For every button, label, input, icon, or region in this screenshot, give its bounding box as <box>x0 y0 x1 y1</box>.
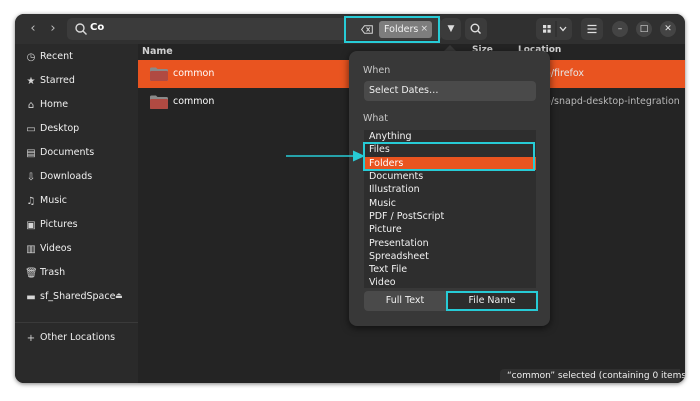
search-query: Co <box>90 22 105 33</box>
close-icon[interactable]: × <box>420 21 428 38</box>
sidebar-item-label: Documents <box>40 147 95 158</box>
sidebar-item-label: Videos <box>40 243 72 254</box>
sidebar-item-label: sf_SharedSpace <box>40 291 116 302</box>
filter-highlight: Folders × <box>344 16 440 43</box>
what-item-illustration[interactable]: Illustration <box>364 183 536 196</box>
sidebar-item-label: Downloads <box>40 171 93 182</box>
search-options-popover: When Select Dates… What Anything Files F… <box>349 51 550 326</box>
annotation-arrow-icon <box>286 150 365 162</box>
sidebar-item-downloads[interactable]: ⇩ Downloads <box>15 167 138 189</box>
sidebar-item-recent[interactable]: ◷ Recent <box>15 47 138 69</box>
what-item-presentation[interactable]: Presentation <box>364 237 536 250</box>
back-button[interactable]: ‹ <box>24 20 42 38</box>
select-dates-button[interactable]: Select Dates… <box>364 81 536 101</box>
file-name: common <box>173 68 215 79</box>
menu-button[interactable] <box>581 18 603 40</box>
sidebar-item-documents[interactable]: ▤ Documents <box>15 143 138 165</box>
search-button[interactable] <box>465 18 487 40</box>
forward-button[interactable]: › <box>44 20 62 38</box>
filter-chip-label: Folders <box>384 24 419 35</box>
sidebar: ◷ Recent ★ Starred ⌂ Home ▭ Desktop ▤ Do… <box>15 44 138 383</box>
sidebar-item-label: Pictures <box>40 219 78 230</box>
sidebar-item-label: Trash <box>40 267 66 278</box>
folder-icon <box>150 95 168 109</box>
search-options-button[interactable]: ▼ <box>441 18 461 40</box>
pictures-icon: ▣ <box>26 220 36 231</box>
when-label: When <box>363 65 391 76</box>
sidebar-item-starred[interactable]: ★ Starred <box>15 71 138 93</box>
minimize-button[interactable]: – <box>612 21 628 37</box>
sidebar-item-trash[interactable]: 🗑︎ Trash <box>15 263 138 285</box>
sidebar-item-label: Home <box>40 99 69 110</box>
sidebar-item-label: Other Locations <box>40 332 116 343</box>
sidebar-item-videos[interactable]: ▥ Videos <box>15 239 138 261</box>
eject-icon[interactable]: ⏏ <box>115 291 123 300</box>
close-icon: ✕ <box>664 24 672 34</box>
status-bar: “common” selected (containing 0 items) <box>500 369 685 383</box>
what-label: What <box>363 113 388 124</box>
full-text-button[interactable]: Full Text <box>364 291 446 311</box>
desktop-icon: ▭ <box>26 124 36 135</box>
sidebar-divider <box>15 322 138 323</box>
files-folders-highlight <box>363 142 535 171</box>
hamburger-icon <box>587 24 597 34</box>
close-button[interactable]: ✕ <box>660 21 676 37</box>
trash-icon: 🗑︎ <box>25 268 38 279</box>
clock-icon: ◷ <box>26 52 36 63</box>
sidebar-item-home[interactable]: ⌂ Home <box>15 95 138 117</box>
view-options-button[interactable] <box>536 18 572 40</box>
minimize-icon: – <box>617 24 623 34</box>
search-icon <box>75 23 87 35</box>
sidebar-item-label: Desktop <box>40 123 80 134</box>
sidebar-item-other-locations[interactable]: + Other Locations <box>15 328 138 350</box>
sidebar-item-sf-sharedspace[interactable]: ▬ sf_SharedSpace ⏏ <box>15 287 138 309</box>
sidebar-item-pictures[interactable]: ▣ Pictures <box>15 215 138 237</box>
file-name: common <box>173 96 215 107</box>
maximize-button[interactable]: □ <box>636 21 652 37</box>
file-location: snap/snapd-desktop-integration <box>528 96 680 107</box>
what-item-music[interactable]: Music <box>364 197 536 210</box>
sidebar-item-music[interactable]: ♫ Music <box>15 191 138 213</box>
videos-icon: ▥ <box>26 244 36 255</box>
music-icon: ♫ <box>26 196 36 207</box>
maximize-icon: □ <box>639 24 649 34</box>
what-item-text-file[interactable]: Text File <box>364 263 536 276</box>
what-item-picture[interactable]: Picture <box>364 223 536 236</box>
star-icon: ★ <box>26 76 36 87</box>
header-bar: ‹ › Co Folders × ▼ – □ ✕ <box>15 14 685 44</box>
backspace-icon[interactable] <box>361 25 373 34</box>
file-name-button[interactable]: File Name <box>446 291 538 311</box>
what-item-spreadsheet[interactable]: Spreadsheet <box>364 250 536 263</box>
column-name[interactable]: Name <box>142 46 173 57</box>
search-icon <box>470 23 481 34</box>
what-item-pdf-postscript[interactable]: PDF / PostScript <box>364 210 536 223</box>
sidebar-item-label: Recent <box>40 51 73 62</box>
sidebar-item-label: Starred <box>40 75 75 86</box>
what-item-video[interactable]: Video <box>364 276 536 288</box>
documents-icon: ▤ <box>26 148 36 159</box>
filter-chip[interactable]: Folders × <box>379 21 432 38</box>
drive-icon: ▬ <box>26 292 36 303</box>
home-icon: ⌂ <box>27 100 35 111</box>
sidebar-item-label: Music <box>40 195 68 206</box>
folder-icon <box>150 67 168 81</box>
grid-view-icon <box>543 21 567 37</box>
downloads-icon: ⇩ <box>26 172 36 183</box>
what-item-documents[interactable]: Documents <box>364 170 536 183</box>
plus-icon: + <box>26 333 36 344</box>
chevron-down-icon: ▼ <box>447 24 455 34</box>
sidebar-item-desktop[interactable]: ▭ Desktop <box>15 119 138 141</box>
